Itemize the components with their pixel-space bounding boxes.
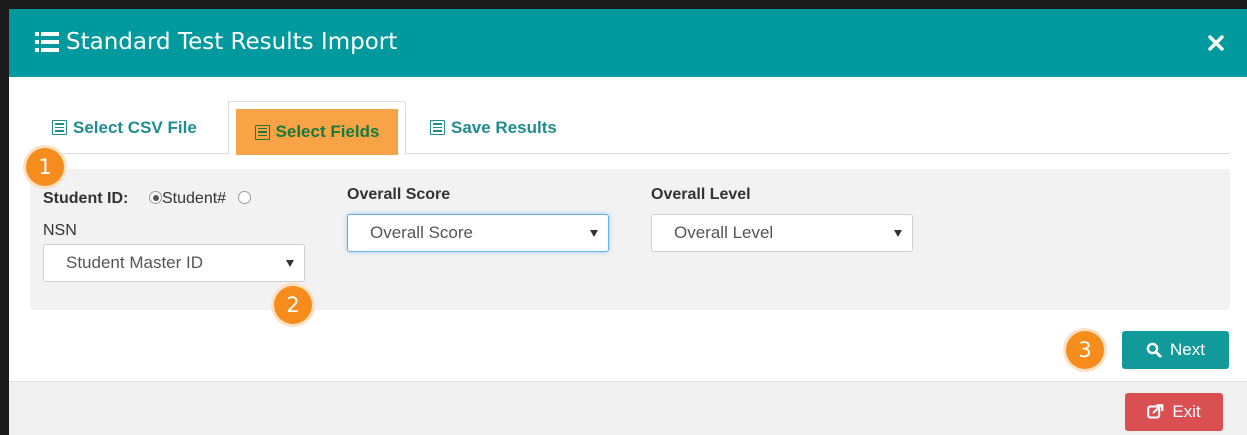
radio-label-nsn: NSN	[43, 222, 77, 239]
dialog-title: Standard Test Results Import	[35, 27, 397, 57]
tab-save-results[interactable]: Save Results	[430, 101, 557, 154]
caret-down-icon	[590, 230, 598, 237]
dialog-title-text: Standard Test Results Import	[66, 29, 398, 55]
list-icon	[35, 31, 59, 53]
dialog-footer	[9, 381, 1247, 435]
search-icon	[1146, 342, 1162, 358]
close-icon[interactable]	[1208, 35, 1226, 53]
tab-label: Save Results	[451, 117, 557, 137]
overall-score-select[interactable]: Overall Score	[347, 214, 609, 252]
select-value: Overall Score	[370, 223, 473, 242]
list-alt-icon	[52, 120, 67, 135]
step-badge-3: 3	[1066, 331, 1104, 369]
next-button-label: Next	[1170, 340, 1205, 359]
radio-student-number[interactable]	[149, 191, 162, 204]
student-id-label: Student ID:	[43, 190, 129, 207]
tab-select-csv-file[interactable]: Select CSV File	[52, 101, 197, 154]
tab-select-fields[interactable]: Select Fields	[228, 101, 406, 155]
caret-down-icon	[286, 260, 294, 267]
import-dialog: Standard Test Results Import Select CSV …	[9, 9, 1247, 435]
step-badge-1: 1	[26, 148, 64, 186]
external-link-icon	[1147, 404, 1164, 419]
next-button[interactable]: Next	[1122, 331, 1229, 369]
step-badge-2: 2	[274, 286, 312, 324]
overall-level-label: Overall Level	[651, 186, 751, 203]
exit-button-label: Exit	[1172, 402, 1201, 421]
select-value: Student Master ID	[66, 253, 204, 272]
wizard-tabs: Select CSV File Select Fields Save Resul…	[30, 101, 1230, 155]
radio-label: Student#	[162, 190, 227, 207]
tab-label: Select CSV File	[73, 117, 197, 137]
overall-score-label: Overall Score	[347, 186, 451, 203]
student-id-options: Student#	[149, 190, 251, 208]
tab-active-highlight: Select Fields	[236, 109, 398, 155]
overall-level-select[interactable]: Overall Level	[651, 214, 913, 252]
caret-down-icon	[894, 230, 902, 237]
radio-nsn[interactable]	[237, 191, 251, 204]
exit-button[interactable]: Exit	[1125, 393, 1223, 431]
student-id-select[interactable]: Student Master ID	[43, 244, 305, 282]
dialog-header: Standard Test Results Import	[9, 9, 1247, 77]
list-alt-icon	[430, 120, 445, 135]
select-value: Overall Level	[674, 223, 774, 242]
list-alt-icon	[254, 124, 270, 140]
tab-label: Select Fields	[275, 122, 380, 141]
